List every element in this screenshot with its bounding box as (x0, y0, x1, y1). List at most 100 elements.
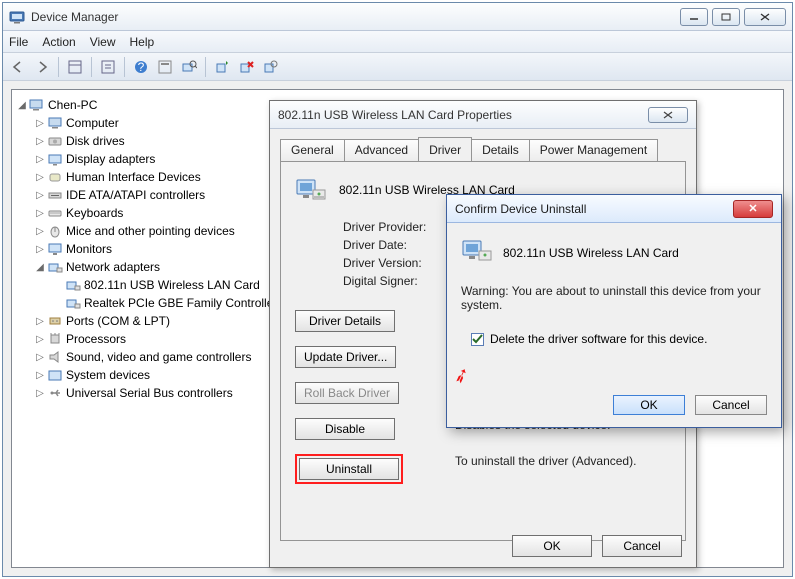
tree-root-label: Chen-PC (48, 98, 97, 112)
annotation-arrow-icon: ➶ (449, 361, 473, 390)
svg-text:?: ? (138, 60, 145, 74)
expand-icon[interactable]: ▷ (34, 388, 46, 399)
tree-item-label: Computer (66, 116, 119, 130)
properties-cancel-button[interactable]: Cancel (602, 535, 682, 557)
disable-button[interactable]: Disable (295, 418, 395, 440)
menu-view[interactable]: View (90, 35, 116, 49)
tab-general[interactable]: General (280, 139, 345, 161)
menu-action[interactable]: Action (42, 35, 75, 49)
driver-details-button[interactable]: Driver Details (295, 310, 395, 332)
label-driver-provider: Driver Provider: (343, 220, 453, 234)
confirm-cancel-button[interactable]: Cancel (695, 395, 767, 415)
expand-icon[interactable]: ▷ (34, 136, 46, 147)
roll-back-driver-button[interactable]: Roll Back Driver (295, 382, 399, 404)
tree-item-label: Universal Serial Bus controllers (66, 386, 233, 400)
close-button[interactable] (744, 8, 786, 26)
confirm-body: 802.11n USB Wireless LAN Card Warning: Y… (447, 223, 781, 427)
confirm-ok-button[interactable]: OK (613, 395, 685, 415)
update-driver-button[interactable]: Update Driver... (295, 346, 396, 368)
minimize-button[interactable] (680, 8, 708, 26)
device-manager-icon (9, 9, 25, 25)
tree-item-label: Monitors (66, 242, 112, 256)
uninstall-button[interactable]: Uninstall (299, 458, 399, 480)
device-category-icon (47, 367, 63, 383)
titlebar: Device Manager (3, 3, 792, 31)
device-category-icon (47, 331, 63, 347)
confirm-device-name: 802.11n USB Wireless LAN Card (503, 246, 679, 260)
expand-icon[interactable]: ▷ (34, 316, 46, 327)
toolbar-button[interactable] (154, 56, 176, 78)
tree-item-label: Mice and other pointing devices (66, 224, 235, 238)
uninstall-description: To uninstall the driver (Advanced). (455, 454, 636, 468)
update-driver-button[interactable] (211, 56, 233, 78)
tree-item-label: Network adapters (66, 260, 160, 274)
scan-hardware-button[interactable] (178, 56, 200, 78)
expand-icon[interactable]: ▷ (34, 334, 46, 345)
expand-icon[interactable]: ▷ (34, 190, 46, 201)
device-category-icon (47, 349, 63, 365)
tree-item-label: Keyboards (66, 206, 123, 220)
expand-icon[interactable]: ▷ (34, 118, 46, 129)
delete-driver-label: Delete the driver software for this devi… (490, 332, 707, 346)
expand-icon[interactable]: ▷ (34, 154, 46, 165)
toolbar-separator (205, 57, 206, 77)
window-buttons (680, 8, 786, 26)
properties-title: 802.11n USB Wireless LAN Card Properties (278, 108, 648, 122)
help-button[interactable]: ? (130, 56, 152, 78)
expand-icon[interactable]: ▷ (34, 226, 46, 237)
toolbar-separator (91, 57, 92, 77)
forward-button[interactable] (31, 56, 53, 78)
toolbar-separator (124, 57, 125, 77)
tree-item-label: 802.11n USB Wireless LAN Card (84, 278, 260, 292)
device-category-icon (47, 241, 63, 257)
tree-item-label: IDE ATA/ATAPI controllers (66, 188, 205, 202)
device-category-icon (47, 313, 63, 329)
tab-power-management[interactable]: Power Management (529, 139, 658, 161)
confirm-close-button[interactable]: ✕ (733, 200, 773, 218)
expand-icon[interactable]: ▷ (34, 370, 46, 381)
confirm-warning: Warning: You are about to uninstall this… (461, 284, 767, 312)
properties-close-button[interactable] (648, 107, 688, 123)
toolbar-separator (58, 57, 59, 77)
tree-item-label: Disk drives (66, 134, 125, 148)
menu-file[interactable]: File (9, 35, 28, 49)
tab-details[interactable]: Details (471, 139, 530, 161)
device-category-icon (47, 187, 63, 203)
properties-footer: OK Cancel (512, 535, 682, 557)
maximize-button[interactable] (712, 8, 740, 26)
show-hide-tree-button[interactable] (64, 56, 86, 78)
disable-button-toolbar[interactable] (259, 56, 281, 78)
toolbar: ? (3, 53, 792, 81)
properties-titlebar: 802.11n USB Wireless LAN Card Properties (270, 101, 696, 129)
tree-item-label: Sound, video and game controllers (66, 350, 251, 364)
delete-driver-checkbox-row[interactable]: Delete the driver software for this devi… (471, 332, 767, 346)
network-adapter-icon (295, 174, 327, 206)
device-category-icon (47, 205, 63, 221)
tree-item-label: Processors (66, 332, 126, 346)
delete-driver-checkbox[interactable] (471, 333, 484, 346)
expand-icon[interactable]: ▷ (34, 208, 46, 219)
expand-icon[interactable]: ▷ (34, 352, 46, 363)
expand-icon[interactable]: ▷ (34, 244, 46, 255)
menubar: File Action View Help (3, 31, 792, 53)
device-category-icon (47, 385, 63, 401)
expand-icon[interactable]: ▷ (34, 172, 46, 183)
network-adapter-icon (65, 277, 81, 293)
tree-item-label: Display adapters (66, 152, 155, 166)
tree-item-label: Realtek PCIe GBE Family Controlle (84, 296, 273, 310)
tab-driver[interactable]: Driver (418, 137, 472, 161)
properties-ok-button[interactable]: OK (512, 535, 592, 557)
back-button[interactable] (7, 56, 29, 78)
tree-item-label: Human Interface Devices (66, 170, 201, 184)
collapse-icon[interactable]: ◢ (34, 262, 46, 273)
properties-tabs: General Advanced Driver Details Power Ma… (280, 137, 686, 161)
tab-advanced[interactable]: Advanced (344, 139, 419, 161)
collapse-icon[interactable]: ◢ (16, 100, 28, 111)
device-category-icon (47, 115, 63, 131)
uninstall-button-toolbar[interactable] (235, 56, 257, 78)
tree-item-label: Ports (COM & LPT) (66, 314, 170, 328)
properties-button[interactable] (97, 56, 119, 78)
uninstall-highlight: Uninstall (295, 454, 403, 484)
label-driver-version: Driver Version: (343, 256, 453, 270)
menu-help[interactable]: Help (130, 35, 155, 49)
